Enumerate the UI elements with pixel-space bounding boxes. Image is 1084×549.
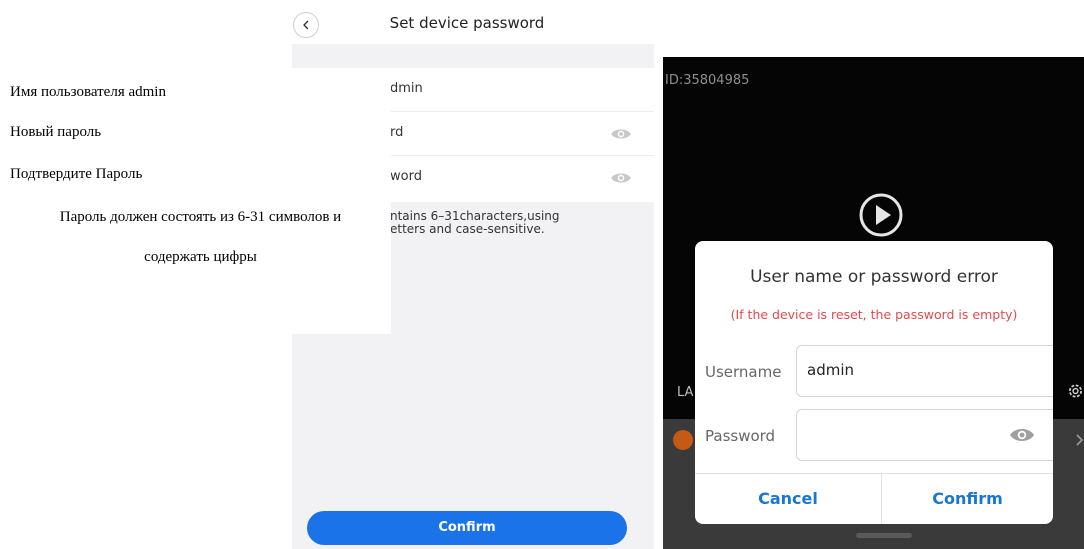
- eye-icon[interactable]: [610, 171, 632, 185]
- dialog-title: User name or password error: [750, 267, 998, 287]
- partial-label: LA: [677, 385, 694, 400]
- page-title: Set device password: [389, 14, 545, 32]
- login-error-dialog: User name or password error (If the devi…: [695, 241, 1053, 524]
- cancel-button[interactable]: Cancel: [695, 473, 881, 524]
- dialog-warning: (If the device is reset, the password is…: [730, 307, 1018, 322]
- password-input[interactable]: [796, 409, 1053, 461]
- status-badge: [673, 430, 693, 450]
- confirm-button[interactable]: Confirm: [882, 473, 1053, 524]
- password-hint: ntains 6–31characters,using etters and c…: [390, 210, 650, 236]
- username-value: admin: [807, 361, 854, 379]
- username-input[interactable]: admin: [796, 345, 1053, 397]
- hint-caption-line: Пароль должен состоять из 6-31 символов …: [59, 209, 342, 225]
- new-password-label: rd: [390, 125, 404, 140]
- username-label: Username: [705, 363, 782, 381]
- device-id: ID:35804985: [665, 73, 750, 88]
- translation-overlay: Имя пользователя admin Новый пароль Подт…: [10, 68, 391, 334]
- eye-icon[interactable]: [610, 127, 632, 141]
- header-bar: Set device password: [292, 0, 654, 44]
- chevron-right-icon[interactable]: [1075, 433, 1084, 447]
- new-password-caption: Новый пароль: [10, 124, 102, 140]
- confirm-button[interactable]: Confirm: [307, 511, 627, 545]
- hint-caption-line: содержать цифры: [144, 249, 257, 265]
- eye-icon[interactable]: [1009, 426, 1035, 444]
- username-value: dmin: [390, 81, 423, 96]
- username-caption: Имя пользователя admin: [10, 84, 166, 100]
- confirm-password-label: word: [390, 169, 422, 184]
- confirm-password-caption: Подтвердите Пароль: [10, 166, 143, 182]
- play-circle-icon[interactable]: [858, 192, 904, 238]
- hint-line: etters and case-sensitive.: [390, 222, 545, 236]
- gear-icon[interactable]: [1067, 379, 1084, 403]
- password-label: Password: [705, 427, 776, 445]
- home-indicator: [856, 533, 912, 538]
- camera-view-screen: ID:35804985 LA User name or password err…: [663, 57, 1084, 549]
